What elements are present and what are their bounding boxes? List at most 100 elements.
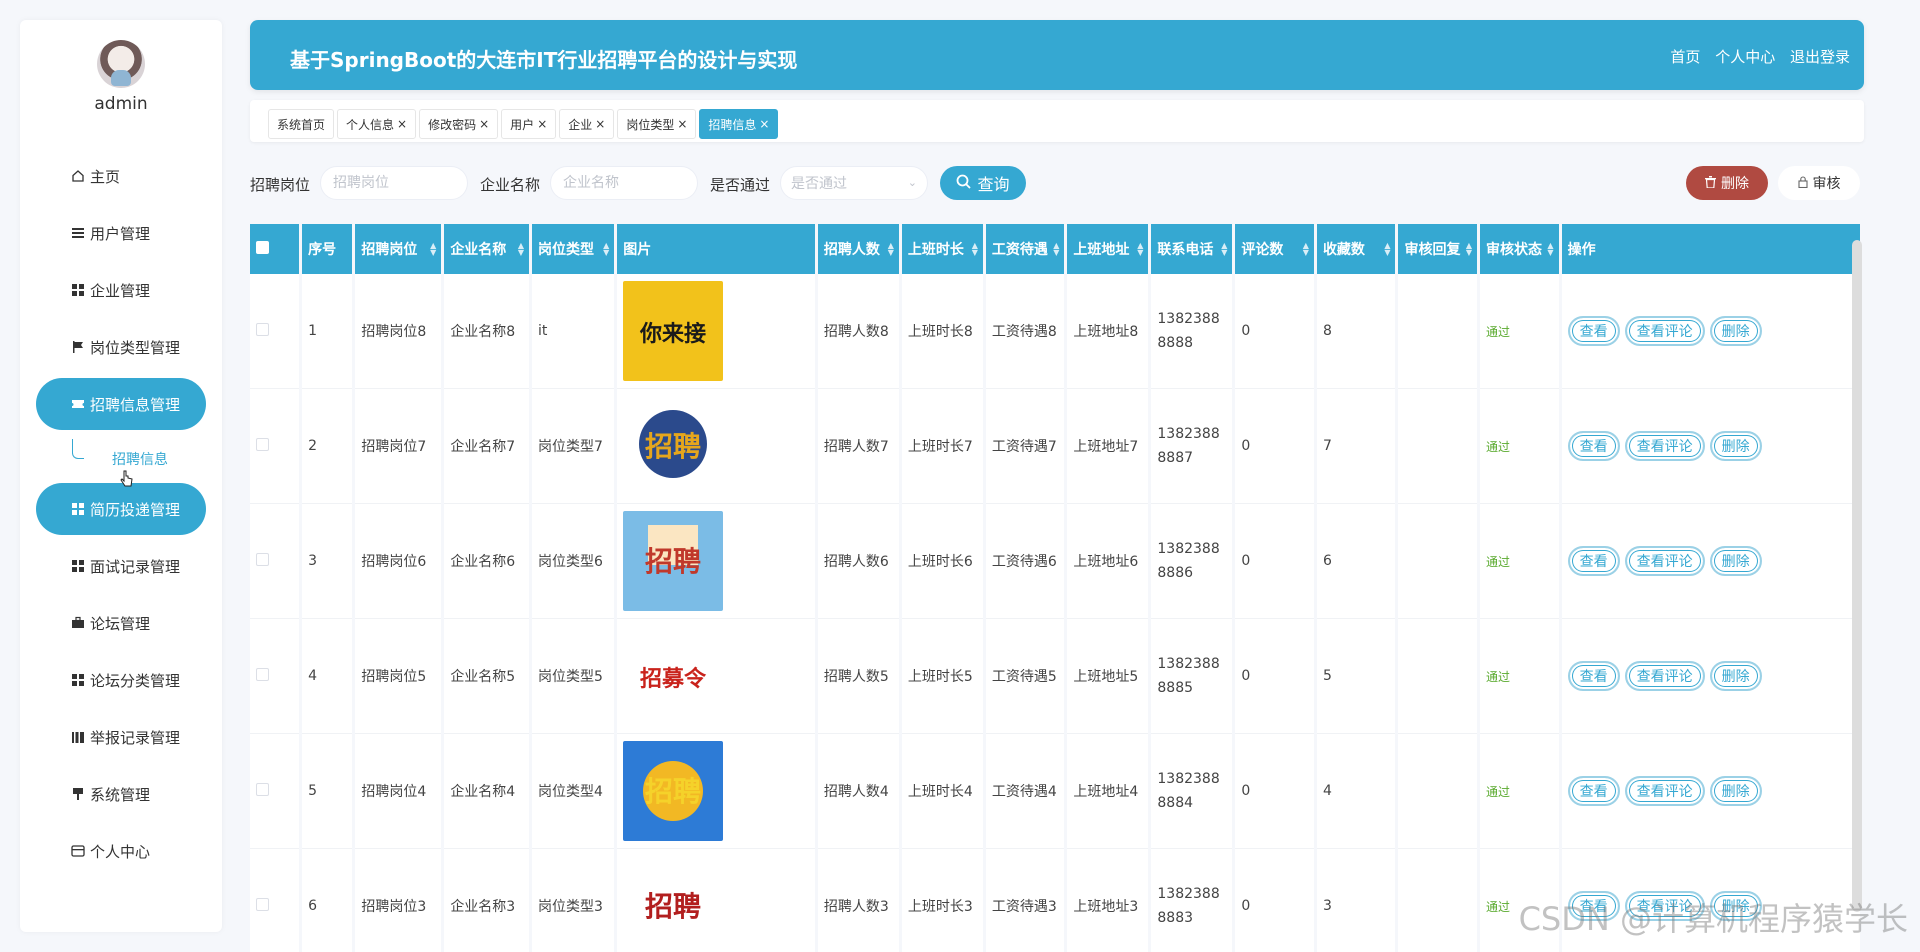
column-header[interactable]: 岗位类型 ▲ ▼ (532, 224, 615, 274)
thumbnail[interactable]: 招聘 (623, 856, 724, 952)
column-header[interactable]: 联系电话 ▲ ▼ (1151, 224, 1233, 274)
recruitment-poster-image[interactable]: 招聘 (623, 741, 724, 841)
recruitment-poster-image[interactable]: 招募令 (623, 626, 724, 726)
company-search-input[interactable] (550, 166, 698, 200)
thumbnail[interactable]: 招聘 (623, 741, 724, 841)
column-header[interactable]: 收藏数 ▲ ▼ (1316, 224, 1396, 274)
thumbnail[interactable]: 招聘 (623, 511, 724, 611)
close-icon[interactable]: × (677, 117, 687, 131)
sort-caret-icon[interactable]: ▲ ▼ (1303, 242, 1309, 257)
row-select-cell[interactable] (250, 504, 300, 619)
tab-0[interactable]: 系统首页 (268, 109, 335, 139)
header-profile-link[interactable]: 个人中心 (1715, 48, 1775, 66)
delete-button[interactable]: 删除 (1709, 546, 1762, 576)
select-all-checkbox[interactable] (256, 240, 269, 254)
row-checkbox[interactable] (256, 782, 269, 796)
column-header[interactable]: 评论数 ▲ ▼ (1235, 224, 1314, 274)
table-row[interactable]: 3 招聘岗位6 企业名称6 岗位类型6 招聘 招聘人数6 上班时长6 工资待遇6 上班地址6 13… (250, 504, 1860, 619)
tab-4[interactable]: 企业 × (559, 109, 615, 139)
sidebar-item-job-types[interactable]: 岗位类型管理 (36, 321, 206, 373)
header-logout-link[interactable]: 退出登录 (1790, 48, 1850, 66)
sort-caret-icon[interactable]: ▲ ▼ (603, 242, 609, 257)
table-row[interactable]: 5 招聘岗位4 企业名称4 岗位类型4 招聘 招聘人数4 上班时长4 工资待遇4 上班地址4 13… (250, 734, 1860, 849)
sidebar-subitem-recruitment-info[interactable]: 招聘信息 (72, 435, 222, 483)
query-button[interactable]: 查询 (940, 166, 1026, 200)
delete-button[interactable]: 删除 (1709, 661, 1762, 691)
column-header[interactable]: 上班地址 ▲ ▼ (1067, 224, 1149, 274)
sort-caret-icon[interactable]: ▲ ▼ (1053, 242, 1059, 257)
delete-button[interactable]: 删除 (1709, 316, 1762, 346)
sidebar-item-reports[interactable]: 举报记录管理 (36, 711, 206, 763)
view-comments-button[interactable]: 查看评论 (1624, 546, 1705, 576)
column-header[interactable]: 招聘人数 ▲ ▼ (817, 224, 899, 274)
view-comments-button[interactable]: 查看评论 (1624, 661, 1705, 691)
tab-3[interactable]: 用户 × (501, 109, 557, 139)
row-checkbox[interactable] (256, 322, 269, 336)
delete-button[interactable]: 删除 (1709, 431, 1762, 461)
sort-caret-icon[interactable]: ▲ ▼ (972, 242, 978, 257)
column-header[interactable]: 工资待遇 ▲ ▼ (985, 224, 1065, 274)
thumbnail[interactable]: 招聘 (623, 396, 724, 496)
column-header[interactable]: 招聘岗位 ▲ ▼ (355, 224, 442, 274)
row-select-cell[interactable] (250, 389, 300, 504)
thumbnail[interactable]: 你来接 (623, 281, 724, 381)
sort-caret-icon[interactable]: ▲ ▼ (1384, 242, 1390, 257)
tab-6[interactable]: 招聘信息 × (699, 109, 779, 139)
column-header[interactable]: 审核状态 ▲ ▼ (1480, 224, 1559, 274)
view-button[interactable]: 查看 (1567, 661, 1620, 691)
sidebar-item-home[interactable]: 主页 (36, 150, 206, 202)
batch-delete-button[interactable]: 删除 (1686, 166, 1768, 200)
sidebar-item-personal-center[interactable]: 个人中心 (36, 825, 206, 877)
table-row[interactable]: 1 招聘岗位8 企业名称8 it 你来接 招聘人数8 上班时长8 工资待遇8 上班地址8 1382… (250, 274, 1860, 389)
column-header[interactable]: 审核回复 ▲ ▼ (1398, 224, 1478, 274)
column-header[interactable]: 上班时长 ▲ ▼ (901, 224, 983, 274)
sort-caret-icon[interactable]: ▲ ▼ (1547, 242, 1553, 257)
sidebar-item-resumes[interactable]: 简历投递管理 (36, 483, 206, 535)
sidebar-item-users[interactable]: 用户管理 (36, 207, 206, 259)
recruitment-poster-image[interactable]: 招聘 (623, 396, 724, 496)
thumbnail[interactable]: 招募令 (623, 626, 724, 726)
tab-2[interactable]: 修改密码 × (419, 109, 499, 139)
select-all-header[interactable] (250, 224, 300, 274)
column-header[interactable]: 序号 (302, 224, 353, 274)
row-select-cell[interactable] (250, 849, 300, 952)
tab-1[interactable]: 个人信息 × (337, 109, 417, 139)
tab-5[interactable]: 岗位类型 × (617, 109, 697, 139)
close-icon[interactable]: × (397, 117, 407, 131)
view-comments-button[interactable]: 查看评论 (1624, 776, 1705, 806)
scrollbar[interactable] (1852, 240, 1862, 912)
sort-caret-icon[interactable]: ▲ ▼ (518, 242, 524, 257)
recruitment-poster-image[interactable]: 你来接 (623, 281, 724, 381)
recruitment-poster-image[interactable]: 招聘 (623, 856, 724, 952)
table-row[interactable]: 2 招聘岗位7 企业名称7 岗位类型7 招聘 招聘人数7 上班时长7 工资待遇7 上班地址7 13… (250, 389, 1860, 504)
close-icon[interactable]: × (595, 117, 605, 131)
sidebar-item-interviews[interactable]: 面试记录管理 (36, 540, 206, 592)
sidebar-item-companies[interactable]: 企业管理 (36, 264, 206, 316)
delete-button[interactable]: 删除 (1709, 776, 1762, 806)
sidebar-item-forum-categories[interactable]: 论坛分类管理 (36, 654, 206, 706)
view-button[interactable]: 查看 (1567, 316, 1620, 346)
row-select-cell[interactable] (250, 274, 300, 389)
row-select-cell[interactable] (250, 619, 300, 734)
close-icon[interactable]: × (479, 117, 489, 131)
row-checkbox[interactable] (256, 552, 269, 566)
view-comments-button[interactable]: 查看评论 (1624, 316, 1705, 346)
header-home-link[interactable]: 首页 (1670, 48, 1700, 66)
view-button[interactable]: 查看 (1567, 776, 1620, 806)
sort-caret-icon[interactable]: ▲ ▼ (1137, 242, 1143, 257)
view-button[interactable]: 查看 (1567, 546, 1620, 576)
close-icon[interactable]: × (759, 117, 769, 131)
avatar[interactable] (97, 40, 145, 88)
sidebar-item-recruitment[interactable]: 招聘信息管理 (36, 378, 206, 430)
row-checkbox[interactable] (256, 437, 269, 451)
recruitment-poster-image[interactable]: 招聘 (623, 511, 724, 611)
sidebar-item-system[interactable]: 系统管理 (36, 768, 206, 820)
view-comments-button[interactable]: 查看评论 (1624, 431, 1705, 461)
close-icon[interactable]: × (537, 117, 547, 131)
pass-select[interactable]: 是否通过 ⌄ (780, 166, 928, 200)
sidebar-item-forum[interactable]: 论坛管理 (36, 597, 206, 649)
job-search-input[interactable] (320, 166, 468, 200)
sort-caret-icon[interactable]: ▲ ▼ (430, 242, 436, 257)
table-row[interactable]: 4 招聘岗位5 企业名称5 岗位类型5 招募令 招聘人数5 上班时长5 工资待遇5 上班地址5 1… (250, 619, 1860, 734)
view-button[interactable]: 查看 (1567, 431, 1620, 461)
